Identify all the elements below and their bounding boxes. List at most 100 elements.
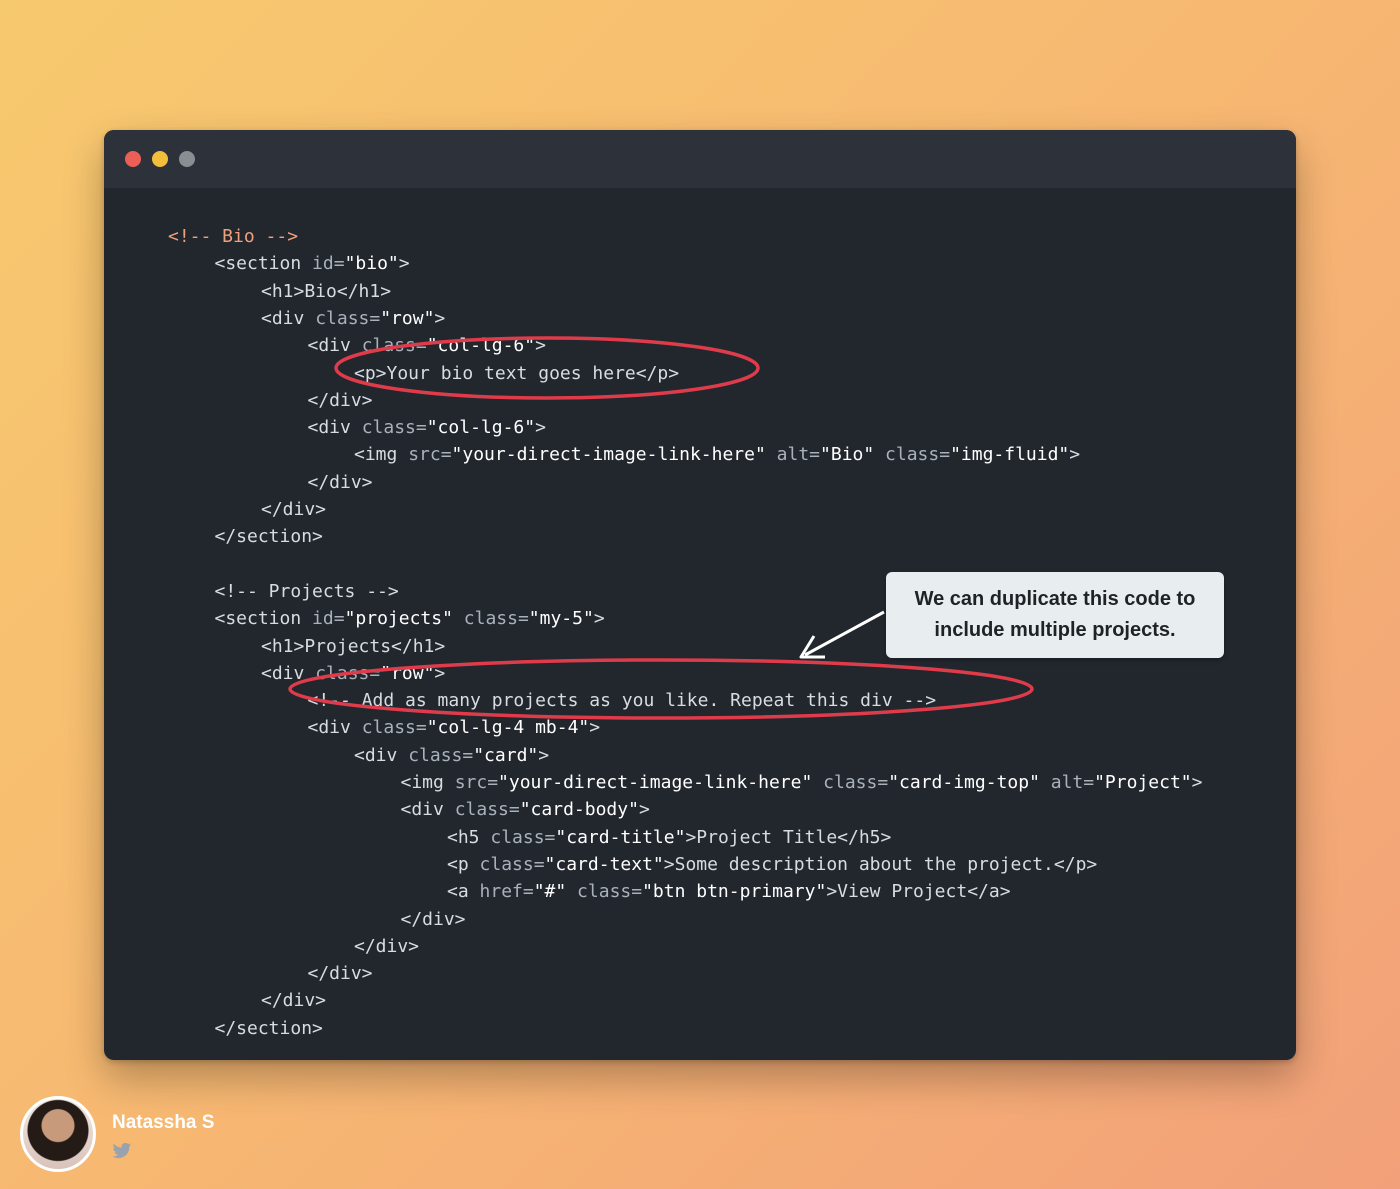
- code-token: class=: [361, 417, 427, 439]
- code-token: >: [535, 417, 546, 439]
- code-line: <section id="bio">: [215, 250, 410, 277]
- code-token: "card": [473, 744, 539, 766]
- code-token: class=: [452, 608, 529, 630]
- code-token: href=: [479, 881, 534, 903]
- code-line: </div>: [308, 960, 373, 987]
- code-token: <section: [214, 608, 313, 630]
- code-token: src=: [454, 772, 499, 793]
- code-token: "row": [380, 662, 435, 684]
- code-line: <h1>Projects</h1>: [261, 633, 445, 660]
- code-line: <div class="col-lg-4 mb-4">: [308, 714, 601, 741]
- twitter-icon[interactable]: [112, 1142, 132, 1160]
- code-token: >: [593, 608, 605, 630]
- code-token: >: [1191, 772, 1203, 793]
- code-line: <div class="row">: [261, 660, 445, 687]
- code-token: class=: [479, 853, 545, 875]
- code-token: "card-text": [544, 853, 664, 875]
- code-token: alt=: [1039, 772, 1095, 793]
- code-token: class=: [408, 744, 474, 766]
- code-token: </section>: [214, 526, 323, 548]
- code-token: "bio": [344, 253, 399, 275]
- code-token: </div>: [307, 963, 373, 985]
- code-line: </div>: [308, 387, 373, 414]
- code-line: </section>: [215, 523, 323, 550]
- code-token: >: [434, 662, 446, 684]
- code-line: <div class="col-lg-6">: [308, 332, 546, 359]
- code-token: >Some description about the project.</p>: [663, 853, 1098, 875]
- code-token: alt=: [765, 444, 821, 466]
- code-token: id=: [312, 253, 345, 275]
- code-line: <img src="your-direct-image-link-here" a…: [354, 441, 1080, 468]
- code-line: <p>Your bio text goes here</p>: [354, 360, 679, 387]
- code-token: "#": [533, 881, 567, 903]
- code-token: >: [434, 307, 446, 329]
- code-line: </div>: [261, 987, 326, 1014]
- code-token: <!-- Add as many projects as you like. R…: [307, 690, 937, 712]
- close-window-button[interactable]: [125, 151, 141, 167]
- code-token: "row": [380, 307, 435, 329]
- code-token: <a: [447, 881, 480, 903]
- code-token: <div: [400, 799, 455, 821]
- code-token: <div: [307, 717, 362, 739]
- code-token: >: [398, 253, 410, 275]
- code-token: <!-- Bio -->: [168, 226, 299, 247]
- code-token: </div>: [307, 471, 373, 493]
- code-token: "card-img-top": [888, 772, 1040, 793]
- code-line: <section id="projects" class="my-5">: [215, 605, 605, 632]
- code-token: "my-5": [528, 608, 594, 630]
- code-token: >View Project</a>: [826, 881, 1011, 903]
- code-token: >: [589, 717, 601, 739]
- code-token: class=: [315, 662, 381, 684]
- code-line: </div>: [308, 469, 373, 496]
- code-token: "projects": [344, 608, 453, 630]
- code-token: "btn btn-primary": [642, 881, 827, 903]
- code-token: src=: [408, 444, 452, 466]
- code-token: "card-title": [555, 826, 686, 848]
- annotation-callout: We can duplicate this code to include mu…: [886, 572, 1224, 658]
- code-token: "your-direct-image-link-here": [498, 772, 813, 793]
- code-line: <a href="#" class="btn btn-primary">View…: [447, 878, 1011, 905]
- code-line: <!-- Add as many projects as you like. R…: [308, 687, 937, 714]
- author-name: Natassha S: [112, 1112, 215, 1133]
- code-token: class=: [566, 881, 643, 903]
- code-line: </div>: [261, 496, 326, 523]
- maximize-window-button[interactable]: [179, 151, 195, 167]
- code-line: </div>: [354, 933, 419, 960]
- code-token: >: [1069, 444, 1081, 466]
- code-token: class=: [490, 826, 556, 848]
- code-token: <h1>Projects</h1>: [261, 635, 446, 657]
- window-titlebar: [104, 130, 1296, 188]
- code-token: class=: [361, 717, 427, 739]
- code-token: </div>: [261, 499, 327, 520]
- code-token: >Project Title</h5>: [685, 826, 892, 848]
- code-line: <!-- Bio -->: [168, 223, 298, 250]
- code-line: <h1>Bio</h1>: [261, 278, 391, 305]
- code-token: "card-body": [519, 799, 639, 821]
- minimize-window-button[interactable]: [152, 151, 168, 167]
- code-token: id=: [312, 608, 345, 630]
- code-token: "Bio": [820, 444, 875, 466]
- code-token: <p: [447, 853, 480, 875]
- code-token: </div>: [354, 935, 420, 957]
- code-line: <h5 class="card-title">Project Title</h5…: [447, 824, 891, 851]
- code-token: <div: [261, 662, 316, 684]
- code-token: <img: [354, 444, 409, 466]
- code-token: </div>: [307, 389, 373, 411]
- code-line: <div class="card">: [354, 742, 549, 769]
- callout-text: We can duplicate this code to include mu…: [914, 588, 1196, 641]
- code-line: </section>: [215, 1015, 323, 1042]
- code-token: "col-lg-6": [426, 417, 536, 439]
- code-token: <h5: [447, 826, 491, 848]
- code-line: <div class="row">: [261, 305, 445, 332]
- code-token: class=: [812, 772, 889, 793]
- code-line: <p class="card-text">Some description ab…: [447, 851, 1097, 878]
- code-token: <h1>Bio</h1>: [261, 280, 392, 302]
- code-line: <!-- Projects -->: [215, 578, 399, 605]
- code-token: <div: [307, 335, 362, 357]
- code-token: <div: [307, 417, 362, 439]
- code-token: </section>: [214, 1017, 323, 1039]
- code-token: "your-direct-image-link-here": [451, 444, 766, 466]
- code-token: >: [638, 799, 650, 821]
- code-token: <!-- Projects -->: [214, 580, 399, 602]
- code-token: <div: [261, 307, 316, 329]
